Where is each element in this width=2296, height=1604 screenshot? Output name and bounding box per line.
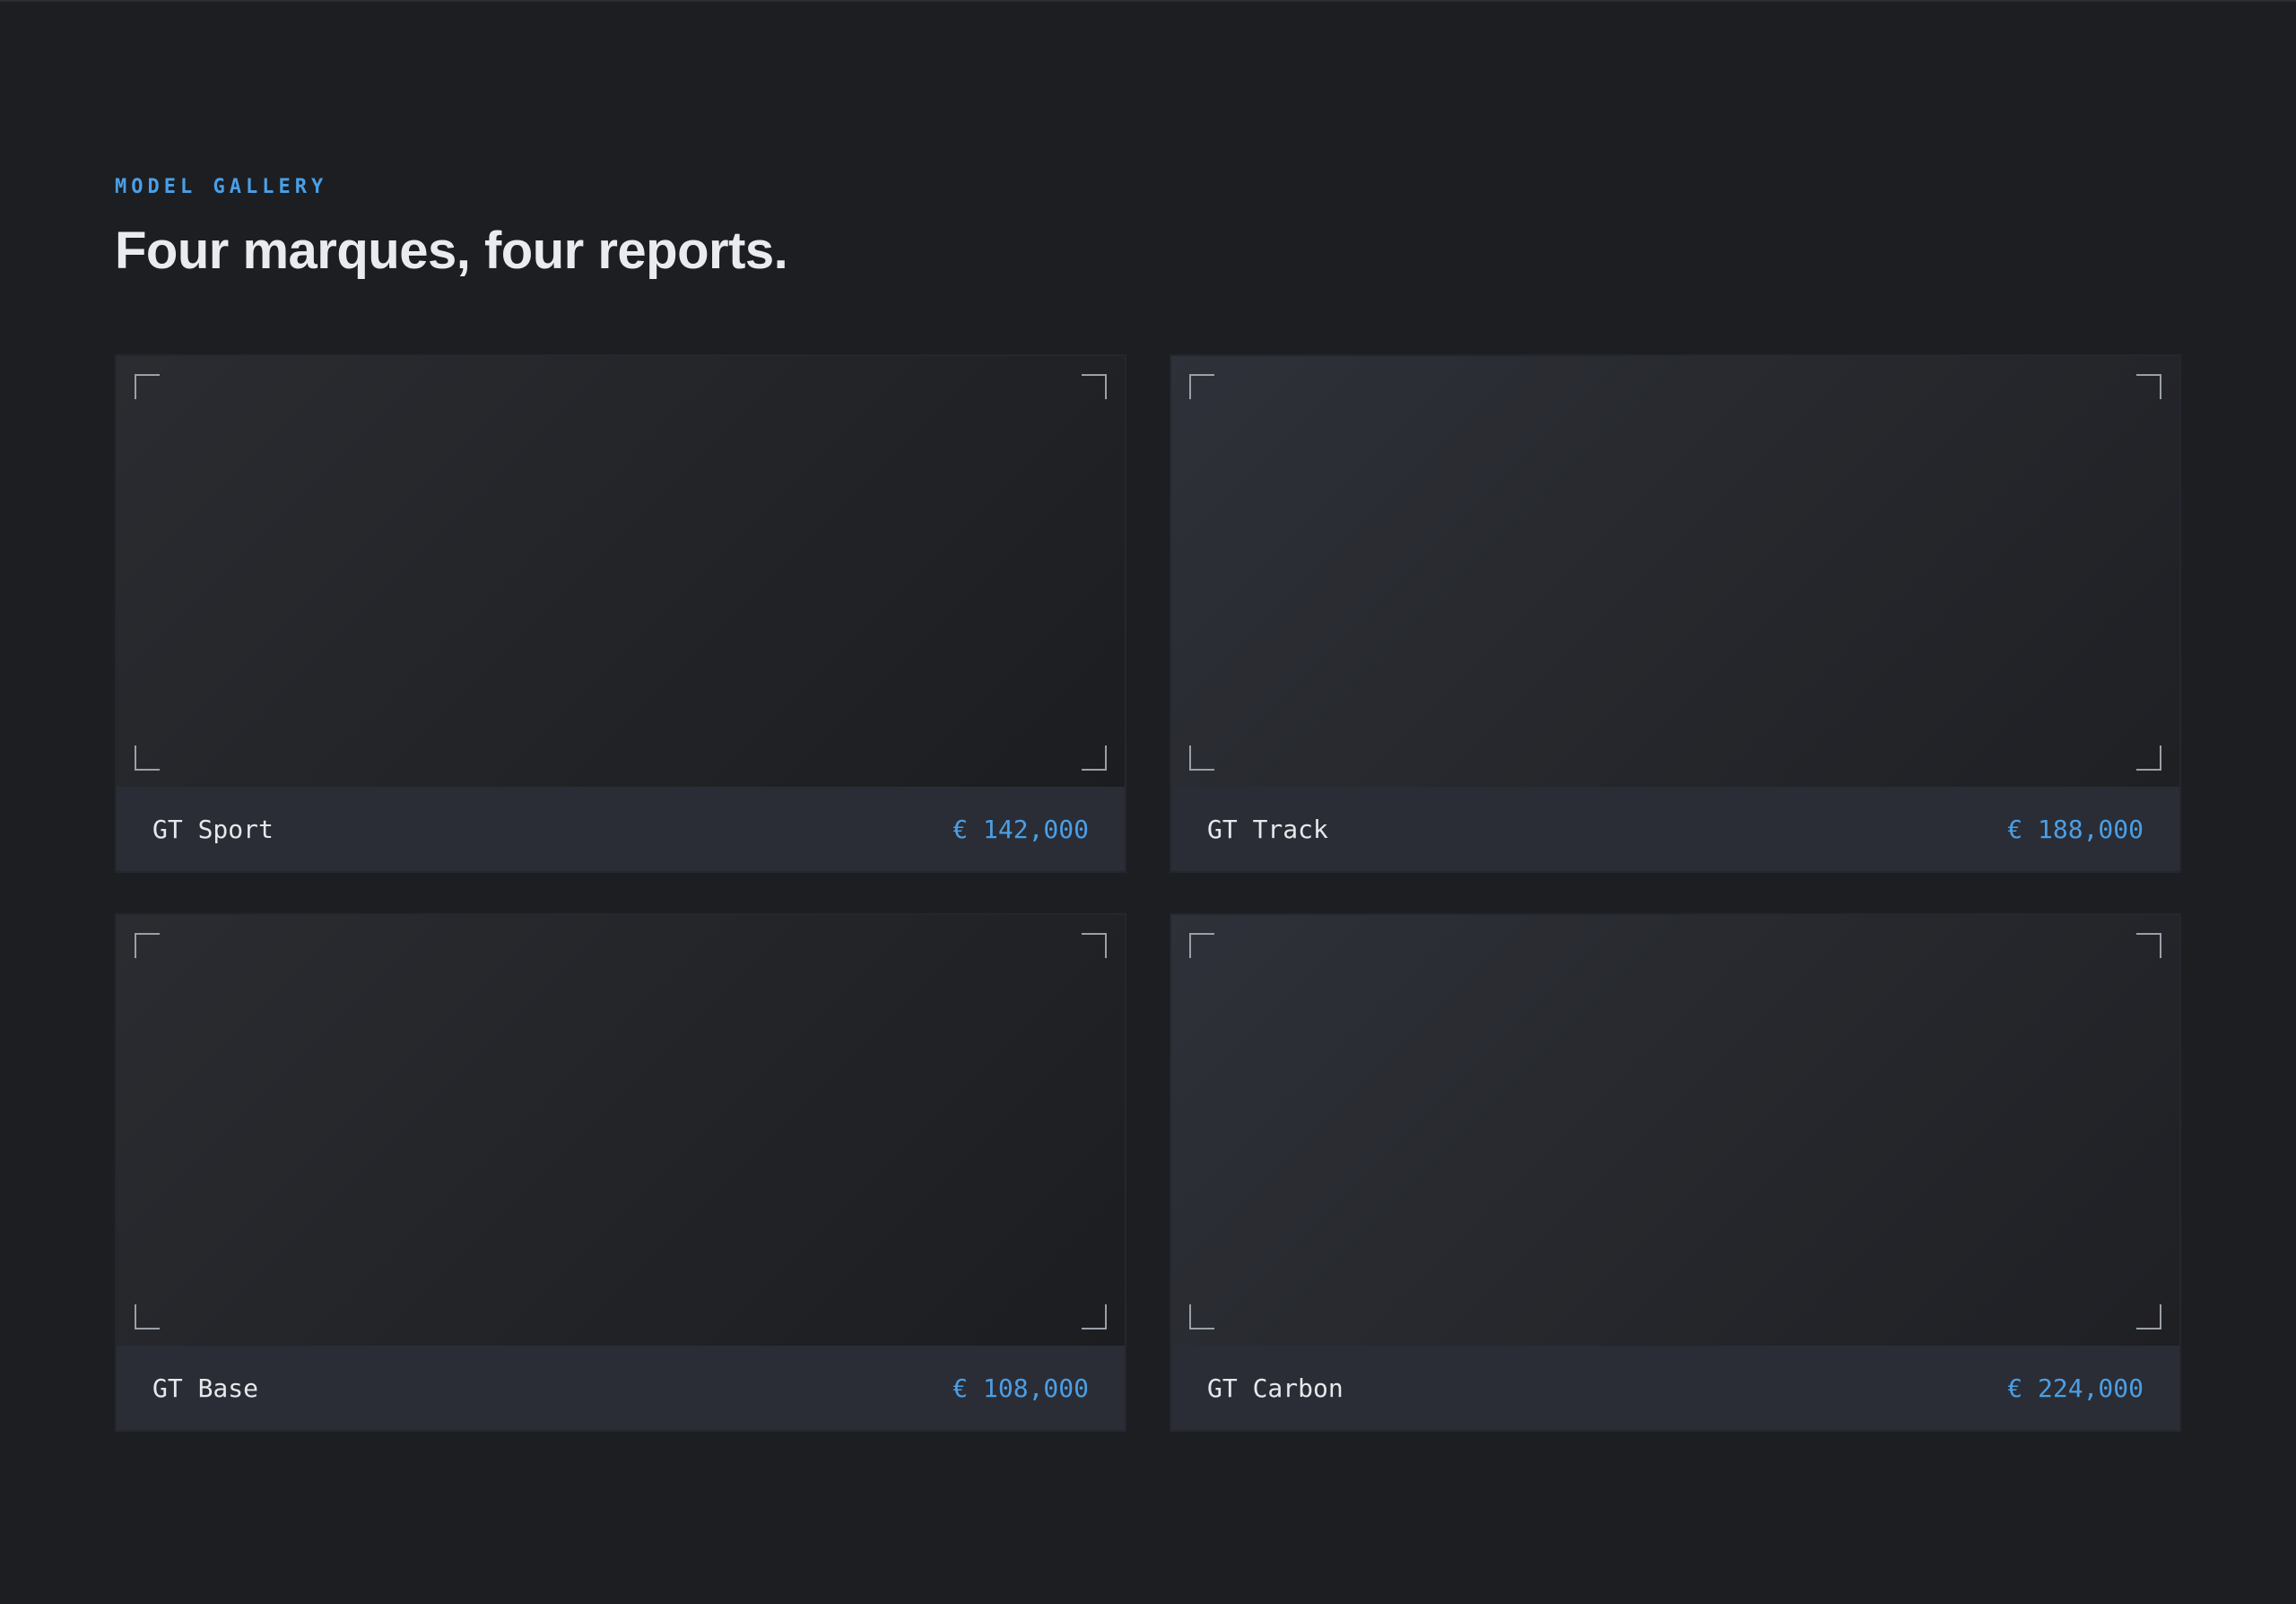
section-eyebrow: MODEL GALLERY [115, 176, 328, 198]
model-name: GT Base [152, 1373, 259, 1403]
model-image-placeholder [117, 356, 1125, 789]
frame-corner-top-right-icon [2136, 933, 2161, 958]
card-footer: GT Carbon € 224,000 [1171, 1346, 2179, 1430]
model-card-gt-base[interactable]: GT Base € 108,000 [115, 913, 1126, 1432]
model-card-gt-carbon[interactable]: GT Carbon € 224,000 [1170, 913, 2181, 1432]
frame-corner-top-right-icon [1082, 933, 1107, 958]
model-name: GT Track [1207, 814, 1328, 844]
frame-corner-bottom-right-icon [1082, 745, 1107, 771]
frame-corner-top-right-icon [1082, 374, 1107, 399]
model-image-placeholder [1171, 356, 2179, 789]
frame-corner-top-left-icon [1189, 933, 1214, 958]
card-footer: GT Sport € 142,000 [117, 787, 1125, 871]
model-gallery: GT Sport € 142,000 GT Track € 188,000 GT… [115, 354, 2181, 1432]
top-divider [0, 0, 2296, 2]
model-price: € 142,000 [952, 814, 1089, 844]
model-image-placeholder [1171, 915, 2179, 1347]
frame-corner-top-right-icon [2136, 374, 2161, 399]
model-name: GT Carbon [1207, 1373, 1344, 1403]
model-price: € 188,000 [2007, 814, 2144, 844]
frame-corner-top-left-icon [135, 933, 160, 958]
card-footer: GT Base € 108,000 [117, 1346, 1125, 1430]
model-card-gt-sport[interactable]: GT Sport € 142,000 [115, 354, 1126, 873]
model-name: GT Sport [152, 814, 274, 844]
frame-corner-bottom-right-icon [2136, 1304, 2161, 1329]
frame-corner-bottom-right-icon [2136, 745, 2161, 771]
model-price: € 108,000 [952, 1373, 1089, 1403]
frame-corner-bottom-left-icon [1189, 745, 1214, 771]
frame-corner-bottom-left-icon [135, 745, 160, 771]
frame-corner-bottom-right-icon [1082, 1304, 1107, 1329]
model-image-placeholder [117, 915, 1125, 1347]
page-title: Four marques, four reports. [115, 222, 788, 280]
frame-corner-top-left-icon [1189, 374, 1214, 399]
model-card-gt-track[interactable]: GT Track € 188,000 [1170, 354, 2181, 873]
frame-corner-top-left-icon [135, 374, 160, 399]
frame-corner-bottom-left-icon [1189, 1304, 1214, 1329]
model-price: € 224,000 [2007, 1373, 2144, 1403]
card-footer: GT Track € 188,000 [1171, 787, 2179, 871]
frame-corner-bottom-left-icon [135, 1304, 160, 1329]
